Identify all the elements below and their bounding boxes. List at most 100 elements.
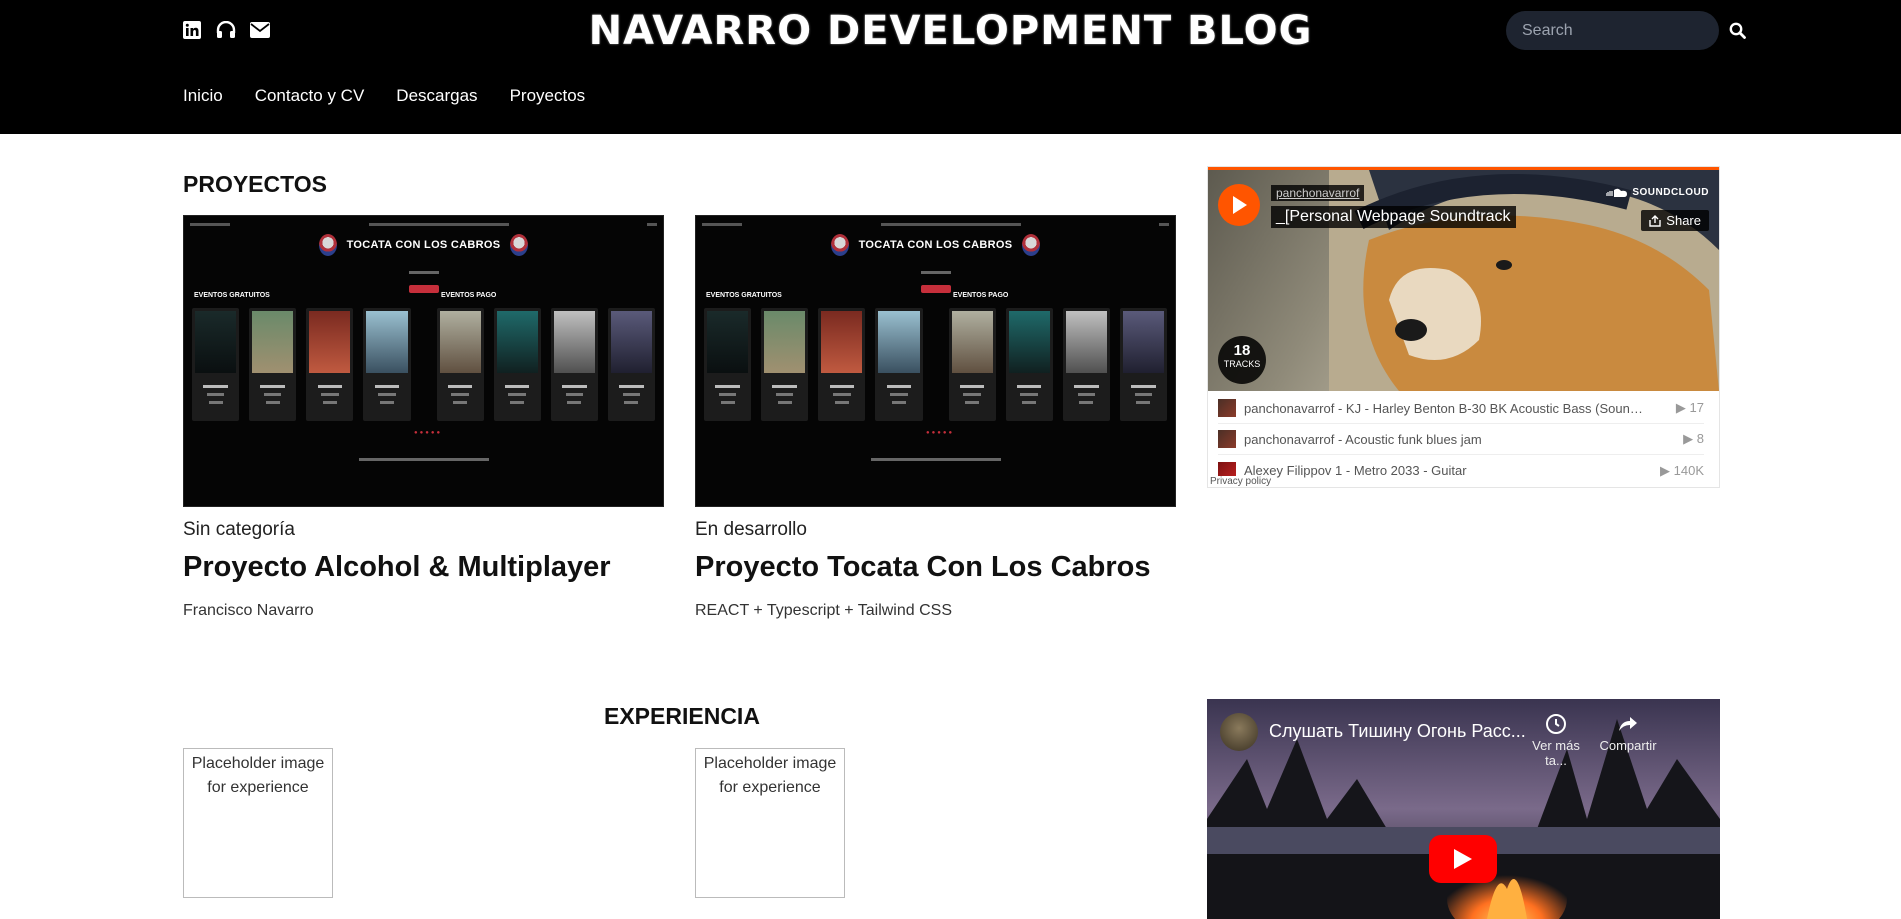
thumbnail-title: TOCATA CON LOS CABROS: [858, 239, 1013, 251]
youtube-share-button[interactable]: Compartir: [1597, 713, 1659, 753]
share-button[interactable]: Share: [1641, 210, 1709, 231]
soundcloud-logo[interactable]: SOUNDCLOUD: [1606, 187, 1709, 198]
event-poster: [550, 308, 598, 421]
soundcloud-artwork: panchonavarrof _[Personal Webpage Soundt…: [1208, 167, 1719, 391]
play-icon: [1454, 849, 1472, 869]
youtube-play-button[interactable]: [1429, 835, 1497, 883]
event-poster: [818, 308, 866, 421]
project-category[interactable]: En desarrollo: [695, 519, 1176, 541]
track-title: Alexey Filippov 1 - Metro 2033 - Guitar: [1244, 463, 1467, 478]
event-poster: [306, 308, 354, 421]
youtube-share-label: Compartir: [1599, 738, 1657, 753]
nav-item-proyectos[interactable]: Proyectos: [510, 86, 586, 106]
event-poster: [436, 308, 484, 421]
group-label-paid: EVENTOS PAGO: [441, 292, 497, 299]
thumbnail-header: TOCATA CON LOS CABROS: [184, 234, 663, 256]
track-title: panchonavarrof - Acoustic funk blues jam: [1244, 431, 1482, 447]
project-description: REACT + Typescript + Tailwind CSS: [695, 602, 952, 619]
project-thumbnail[interactable]: TOCATA CON LOS CABROS EVENTOS GRATUITOS …: [183, 215, 664, 507]
thumbnail-footer: [358, 458, 489, 461]
nav-item-inicio[interactable]: Inicio: [183, 86, 223, 106]
project-description: Francisco Navarro: [183, 602, 314, 619]
track-count: 18: [1233, 342, 1251, 359]
track-plays: ▶ 140K: [1660, 462, 1704, 478]
skull-logo-icon: [1022, 234, 1041, 256]
track-list: panchonavarrof - KJ - Harley Benton B-30…: [1208, 391, 1719, 486]
thumbnail-header: TOCATA CON LOS CABROS: [696, 234, 1175, 256]
event-poster: [875, 308, 923, 421]
clock-icon: [1546, 714, 1566, 734]
channel-avatar[interactable]: [1220, 713, 1258, 751]
track-plays: ▶ 17: [1675, 400, 1704, 415]
event-poster: [607, 308, 655, 421]
poster-spacer: [421, 308, 427, 421]
soundcloud-widget[interactable]: panchonavarrof _[Personal Webpage Soundt…: [1207, 166, 1720, 488]
thumbnail-badge: [184, 261, 663, 293]
play-button[interactable]: [1218, 184, 1260, 226]
project-title[interactable]: Proyecto Alcohol & Multiplayer: [183, 551, 664, 584]
carousel-dots: ●●●●●: [926, 430, 955, 436]
nav-item-contacto[interactable]: Contacto y CV: [255, 86, 365, 106]
thumbnail-title: TOCATA CON LOS CABROS: [346, 239, 501, 251]
youtube-embed[interactable]: Слушать Тишину Огонь Расс... Ver más ta.…: [1207, 699, 1720, 919]
event-poster: [249, 308, 297, 421]
track-count-badge: 18 TRACKS: [1218, 336, 1266, 384]
event-poster: [704, 308, 752, 421]
search-icon[interactable]: [1729, 21, 1746, 41]
skull-logo-icon: [830, 234, 849, 256]
event-poster: [1119, 308, 1167, 421]
event-poster: [493, 308, 541, 421]
soundcloud-icon: [1606, 188, 1628, 197]
track-title: panchonavarrof - KJ - Harley Benton B-30…: [1244, 400, 1644, 416]
search-input[interactable]: [1522, 21, 1729, 40]
experience-image-placeholder: Placeholder image for experience: [695, 748, 845, 898]
privacy-policy-link[interactable]: Privacy policy: [1210, 476, 1272, 487]
thumbnail-footer: [870, 458, 1001, 461]
group-label-free: EVENTOS GRATUITOS: [194, 292, 270, 299]
event-poster: [1062, 308, 1110, 421]
group-label-paid: EVENTOS PAGO: [953, 292, 1009, 299]
site-header: NAVARRO DEVELOPMENT BLOG Inicio Contacto…: [0, 0, 1901, 134]
skull-logo-icon: [318, 234, 337, 256]
poster-grid: [192, 308, 655, 421]
project-card[interactable]: TOCATA CON LOS CABROS EVENTOS GRATUITOS …: [183, 215, 664, 620]
event-poster: [948, 308, 996, 421]
project-card[interactable]: TOCATA CON LOS CABROS EVENTOS GRATUITOS …: [695, 215, 1176, 620]
track-row[interactable]: Alexey Filippov 1 - Metro 2033 - Guitar …: [1218, 455, 1704, 486]
event-poster: [192, 308, 240, 421]
soundcloud-playlist-title[interactable]: _[Personal Webpage Soundtrack: [1271, 206, 1516, 228]
watch-later-button[interactable]: Ver más ta...: [1525, 713, 1587, 768]
poster-spacer: [933, 308, 939, 421]
carousel-dots: ●●●●●: [414, 430, 443, 436]
share-icon: [1649, 214, 1661, 227]
skull-logo-icon: [510, 234, 529, 256]
event-poster: [1005, 308, 1053, 421]
thumbnail-badge: [696, 261, 1175, 293]
project-category[interactable]: Sin categoría: [183, 519, 664, 541]
track-count-label: TRACKS: [1223, 359, 1261, 369]
track-row[interactable]: panchonavarrof - KJ - Harley Benton B-30…: [1218, 393, 1704, 424]
event-poster: [761, 308, 809, 421]
share-label: Share: [1666, 213, 1701, 228]
group-label-free: EVENTOS GRATUITOS: [706, 292, 782, 299]
poster-grid: [704, 308, 1167, 421]
watch-later-label: Ver más ta...: [1532, 738, 1580, 768]
experience-heading: EXPERIENCIA: [604, 703, 760, 729]
projects-heading: PROYECTOS: [183, 171, 327, 197]
main-nav: Inicio Contacto y CV Descargas Proyectos: [183, 86, 585, 106]
event-poster: [363, 308, 411, 421]
soundcloud-brand-text: SOUNDCLOUD: [1632, 187, 1709, 198]
project-thumbnail[interactable]: TOCATA CON LOS CABROS EVENTOS GRATUITOS …: [695, 215, 1176, 507]
thumbnail-nav: [190, 220, 657, 230]
track-artwork: [1218, 399, 1236, 417]
project-title[interactable]: Proyecto Tocata Con Los Cabros: [695, 551, 1176, 584]
nav-item-descargas[interactable]: Descargas: [396, 86, 477, 106]
soundcloud-user-link[interactable]: panchonavarrof: [1271, 185, 1365, 201]
track-row[interactable]: panchonavarrof - Acoustic funk blues jam…: [1218, 424, 1704, 455]
share-arrow-icon: [1619, 717, 1637, 731]
experience-image-placeholder: Placeholder image for experience: [183, 748, 333, 898]
track-plays: ▶ 8: [1683, 431, 1704, 446]
dog-artwork-image: [1329, 170, 1719, 391]
thumbnail-nav: [702, 220, 1169, 230]
track-artwork: [1218, 430, 1236, 448]
